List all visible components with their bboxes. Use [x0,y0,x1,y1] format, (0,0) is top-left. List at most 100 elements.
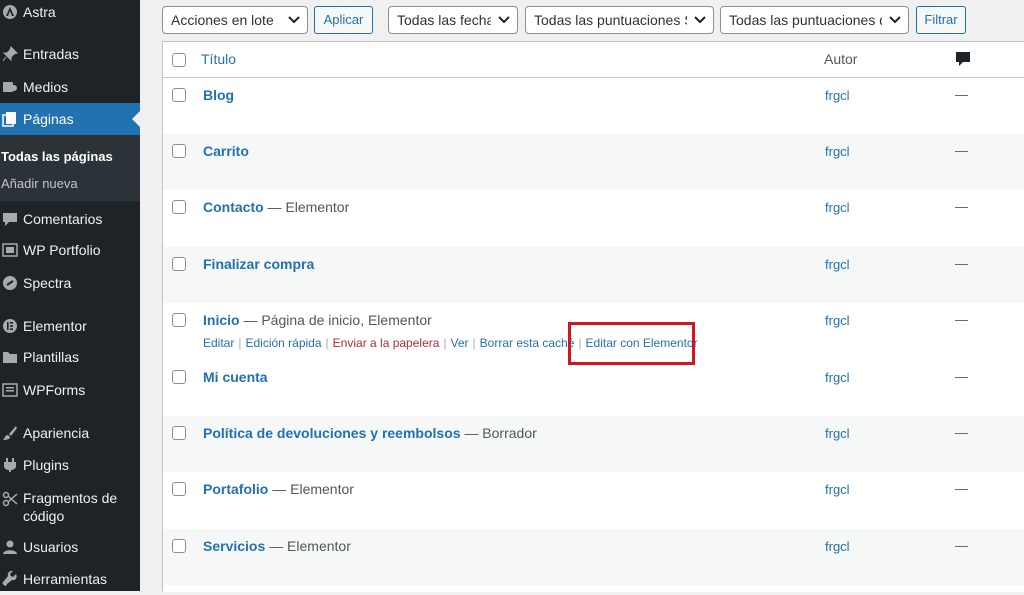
menu-label: Apariencia [23,425,90,441]
menu-label: Herramientas [23,571,108,587]
pages-table: Título Autor Blog frgcl — Carrito frgcl … [162,41,1024,592]
row-checkbox[interactable] [172,257,186,271]
comment-bubble-icon[interactable] [955,51,971,67]
filter-button[interactable]: Filtrar [916,6,966,34]
author-link[interactable]: frgcl [825,539,850,554]
chevron-down-icon [694,16,706,24]
menu-elementor[interactable]: Elementor [0,310,140,342]
menu-spectra[interactable]: Spectra [0,267,140,299]
view-link[interactable]: Ver [451,336,469,350]
column-title-header[interactable]: Título [201,51,236,67]
comment-count: — [955,143,968,158]
page-title-link[interactable]: Portafolio [203,481,268,497]
row-checkbox[interactable] [172,144,186,158]
author-link[interactable]: frgcl [825,200,850,215]
page-title-link[interactable]: Carrito [203,143,249,159]
chevron-down-icon [288,16,300,24]
folder-icon [1,348,19,366]
author-link[interactable]: frgcl [825,370,850,385]
bulk-actions-select[interactable]: Acciones en lote [162,6,308,34]
pages-submenu: Todas las páginas Añadir nueva [0,135,140,201]
table-row: Mi cuenta frgcl — [163,360,1024,416]
menu-medios[interactable]: Medios [0,71,140,103]
menu-label: Plugins [23,457,69,473]
comment-count: — [955,425,968,440]
page-state: — Página de inicio, Elementor [239,312,432,328]
table-row: Política de devoluciones y reembolsos — … [163,416,1024,472]
dates-filter-select[interactable]: Todas las fechas [388,6,518,34]
page-title-link[interactable]: Política de devoluciones y reembolsos [203,425,461,441]
spectra-icon [1,274,19,292]
menu-wp-portfolio[interactable]: WP Portfolio [0,234,140,266]
menu-label: Fragmentos de código [23,490,118,524]
page-state: — Elementor [263,199,350,215]
row-checkbox[interactable] [172,370,186,384]
row-checkbox[interactable] [172,313,186,327]
column-author-header: Autor [824,51,858,67]
row-checkbox[interactable] [172,539,186,553]
pages-icon [1,110,19,128]
row-checkbox[interactable] [172,426,186,440]
readability-score-select[interactable]: Todas las puntuaciones de legibilidad [720,6,909,34]
edit-link[interactable]: Editar [203,336,234,350]
page-title-link[interactable]: Inicio [203,312,240,328]
chevron-down-icon [889,16,901,24]
comment-icon [1,210,19,228]
author-link[interactable]: frgcl [825,257,850,272]
table-row: Blog frgcl — [163,78,1024,134]
seo-score-select[interactable]: Todas las puntuaciones SEO [525,6,714,34]
menu-label: WPForms [23,382,86,398]
comment-count: — [955,481,968,496]
author-link[interactable]: frgcl [825,144,850,159]
page-title-link[interactable]: Finalizar compra [203,256,314,272]
chevron-down-icon [498,16,510,24]
submenu-add-new[interactable]: Añadir nueva [1,176,78,191]
author-link[interactable]: frgcl [825,426,850,441]
apply-button[interactable]: Aplicar [314,6,373,34]
portfolio-icon [1,241,19,259]
page-title-link[interactable]: Servicios [203,538,265,554]
trash-link[interactable]: Enviar a la papelera [333,336,440,350]
menu-herramientas[interactable]: Herramientas [0,563,140,595]
page-title-link[interactable]: Mi cuenta [203,369,268,385]
menu-label: Plantillas [23,349,80,365]
author-link[interactable]: frgcl [825,482,850,497]
menu-comentarios[interactable]: Comentarios [0,203,140,235]
menu-label: Páginas [23,111,74,127]
comment-count: — [955,87,968,102]
menu-fragmentos[interactable]: Fragmentos de código [0,489,140,529]
admin-sidebar: Astra Entradas Medios Páginas Todas las … [0,0,140,591]
menu-wpforms[interactable]: WPForms [0,374,140,406]
author-link[interactable]: frgcl [825,313,850,328]
menu-astra[interactable]: Astra [0,0,140,28]
clear-cache-link[interactable]: Borrar esta caché [480,336,575,350]
menu-plugins[interactable]: Plugins [0,449,140,481]
wrench-icon [1,570,19,588]
menu-label: Medios [23,79,69,95]
page-title-link[interactable]: Contacto [203,199,264,215]
menu-label: Comentarios [23,211,103,227]
row-checkbox[interactable] [172,200,186,214]
menu-plantillas[interactable]: Plantillas [0,341,140,373]
row-checkbox[interactable] [172,88,186,102]
page-title-link[interactable]: Blog [203,87,234,103]
comment-count: — [955,369,968,384]
table-row: Carrito frgcl — [163,134,1024,190]
row-checkbox[interactable] [172,482,186,496]
brush-icon [1,424,19,442]
select-all-checkbox[interactable] [172,53,186,67]
menu-label: Astra [23,4,56,20]
menu-label: Usuarios [23,539,79,555]
submenu-all-pages[interactable]: Todas las páginas [1,149,113,164]
comment-count: — [955,312,968,327]
table-row: Portafolio — Elementor frgcl — [163,472,1024,528]
menu-usuarios[interactable]: Usuarios [0,531,140,563]
plugin-icon [1,456,19,474]
menu-paginas[interactable]: Páginas [0,103,140,135]
menu-entradas[interactable]: Entradas [0,38,140,70]
menu-apariencia[interactable]: Apariencia [0,417,140,449]
page-state: — Elementor [268,481,354,497]
page-state: — Elementor [265,538,351,554]
quick-edit-link[interactable]: Edición rápida [245,336,321,350]
author-link[interactable]: frgcl [825,88,850,103]
